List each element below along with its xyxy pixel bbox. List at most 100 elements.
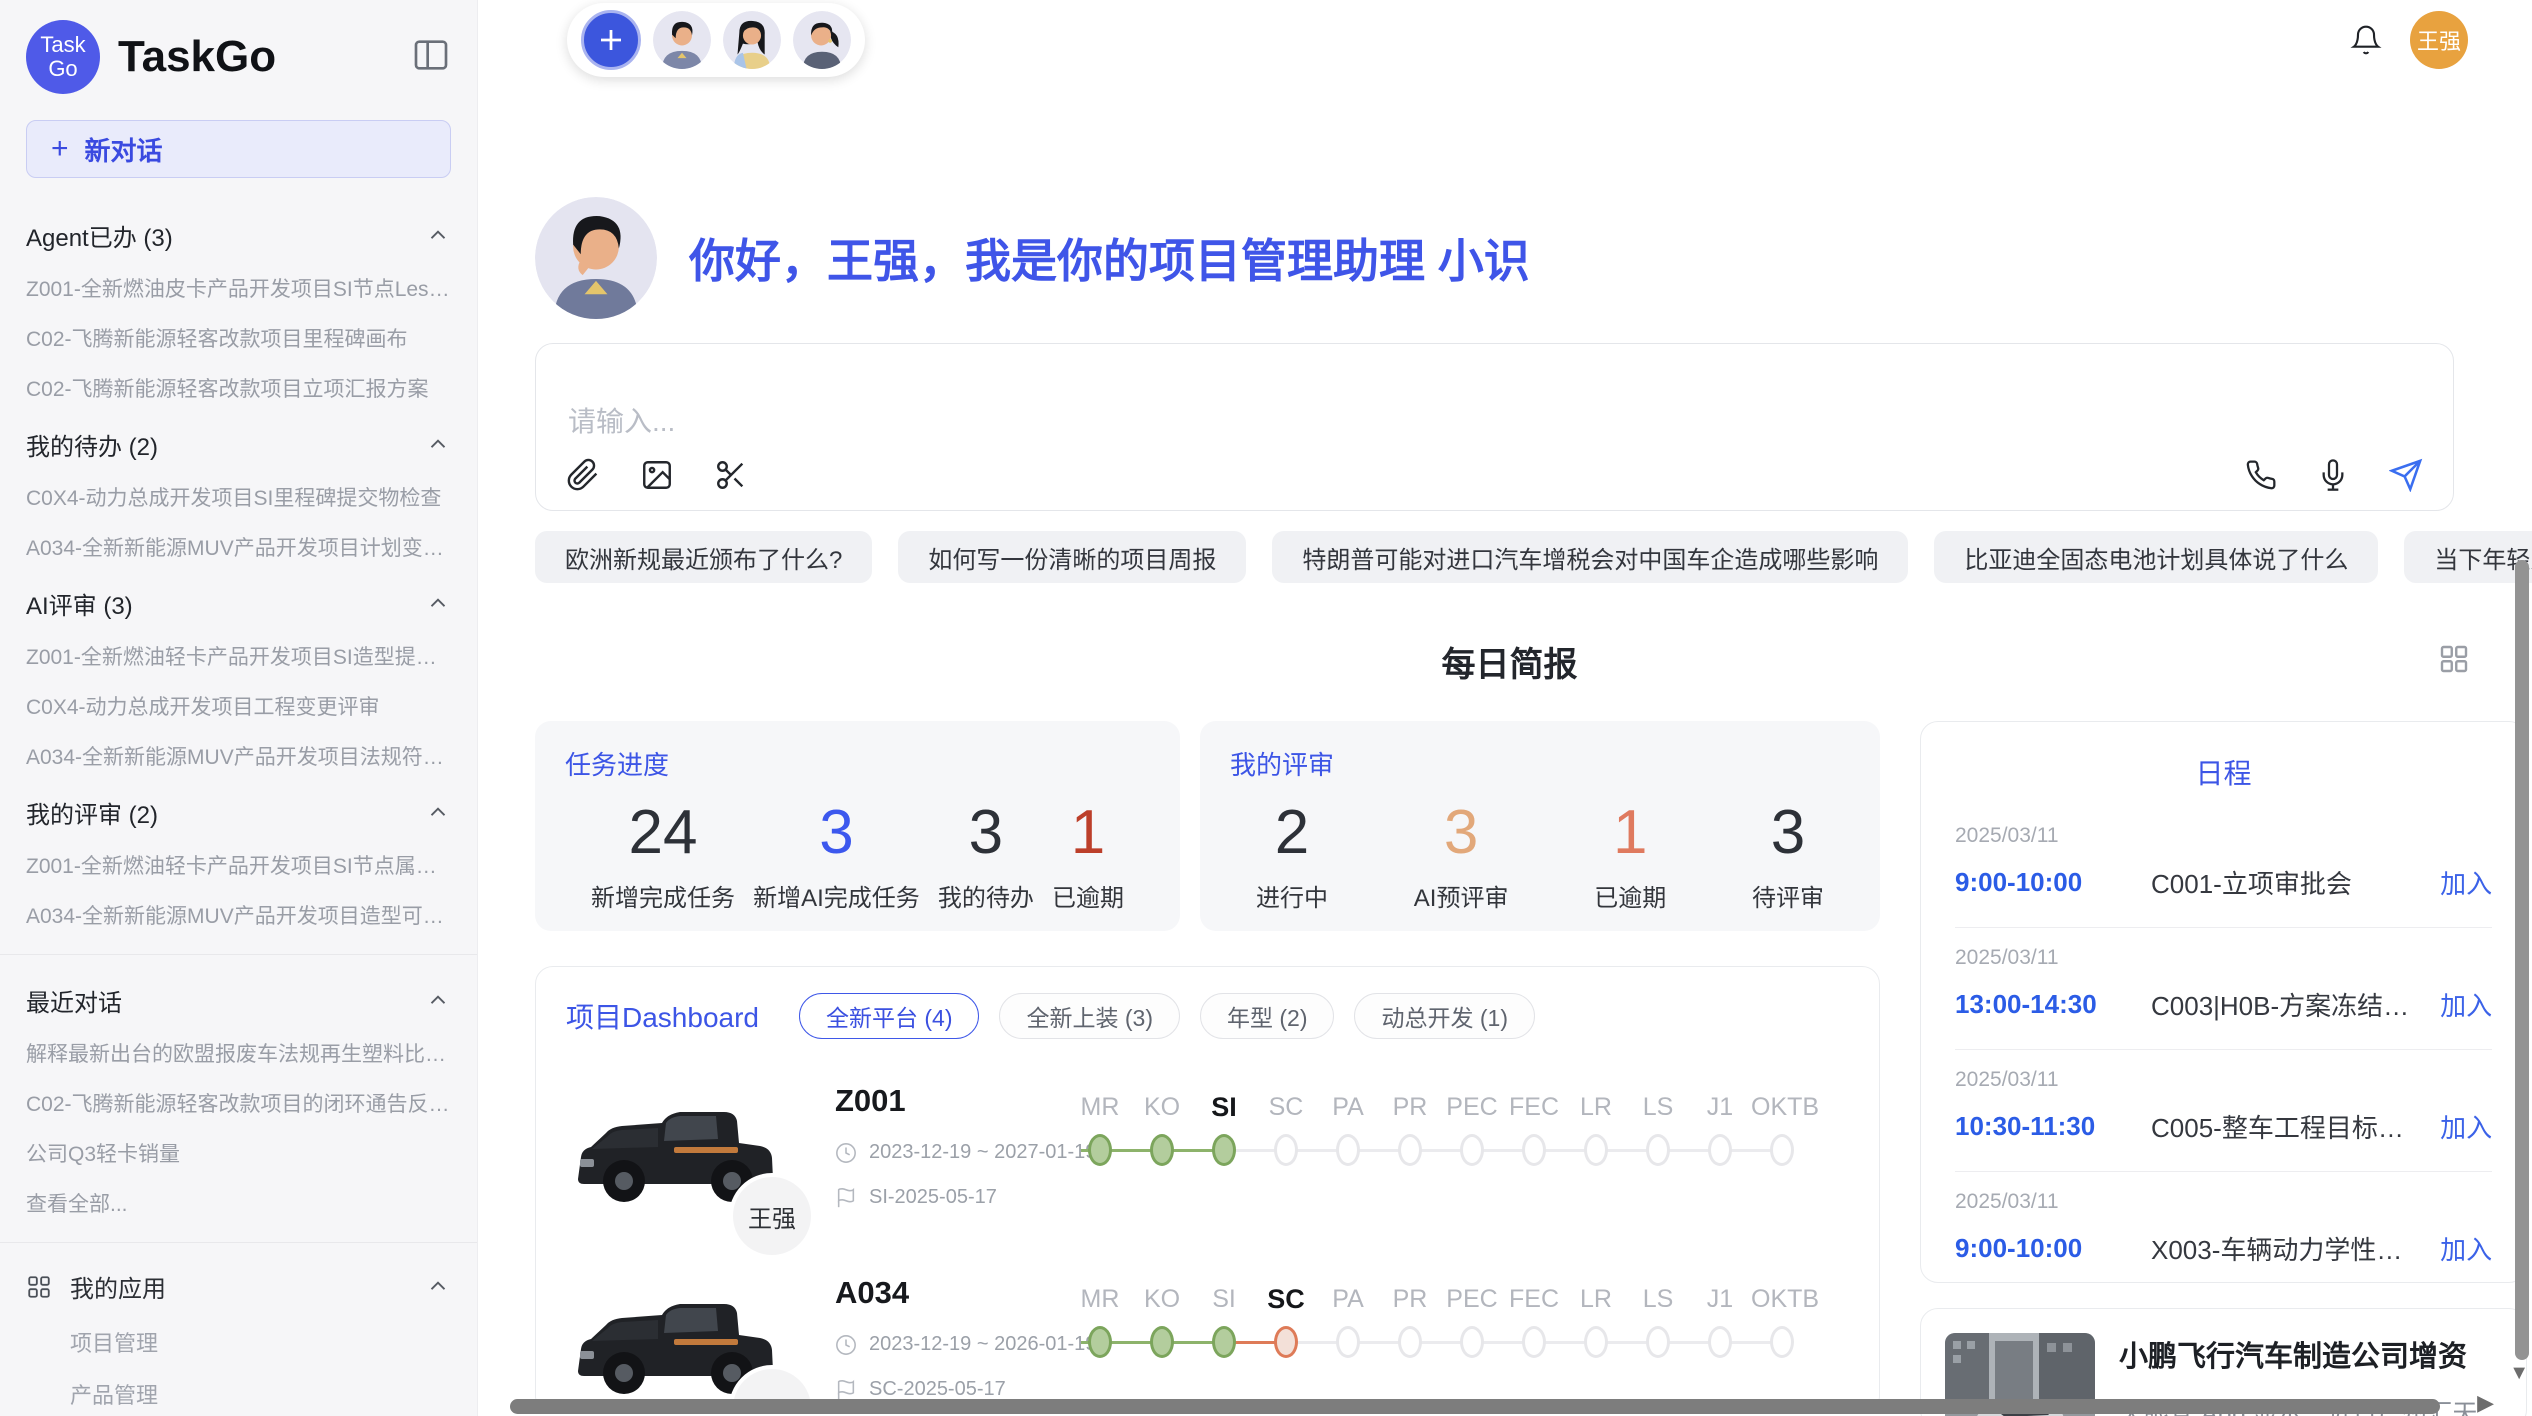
chevron-up-icon[interactable] xyxy=(425,432,451,458)
sidebar-task-item[interactable]: Z001-全新燃油轻卡产品开发项目SI造型提交物评审 xyxy=(0,631,477,681)
chevron-up-icon[interactable] xyxy=(425,1274,451,1300)
vertical-scrollbar[interactable] xyxy=(2515,560,2529,1360)
stat-card-title: 任务进度 xyxy=(565,745,1150,782)
milestone-label: LR xyxy=(1565,1087,1627,1127)
dashboard-tab[interactable]: 动总开发 (1) xyxy=(1354,993,1535,1039)
sidebar-task-item[interactable]: C0X4-动力总成开发项目SI里程碑提交物检查 xyxy=(0,472,477,522)
sidebar-app-item[interactable]: 产品管理 xyxy=(0,1368,477,1416)
sidebar-section-header[interactable]: 最近对话 xyxy=(0,969,477,1028)
clock-icon xyxy=(835,1334,857,1356)
sidebar-app-item[interactable]: 项目管理 xyxy=(0,1316,477,1368)
microphone-icon[interactable] xyxy=(2317,459,2349,491)
sidebar-section-header[interactable]: AI评审 (3) xyxy=(0,572,477,631)
chevron-up-icon[interactable] xyxy=(425,223,451,249)
milestone: J1 xyxy=(1689,1087,1751,1173)
project-row[interactable]: 王强A0342023-12-19 ~ 2026-01-19SC-2025-05-… xyxy=(566,1273,1849,1414)
milestone-dot xyxy=(1584,1326,1608,1358)
sidebar-task-item[interactable]: Z001-全新燃油轻卡产品开发项目SI节点属性5D文件评审 xyxy=(0,840,477,890)
stat-value: 3 xyxy=(969,790,1003,876)
attachment-icon[interactable] xyxy=(566,458,600,492)
layout-grid-icon[interactable] xyxy=(2436,641,2472,682)
sidebar-task-item[interactable]: C0X4-动力总成开发项目工程变更评审 xyxy=(0,681,477,731)
project-info: A0342023-12-19 ~ 2026-01-19SC-2025-05-17 xyxy=(801,1273,1069,1401)
join-meeting-link[interactable]: 加入 xyxy=(2424,864,2492,901)
scroll-right-arrow-icon[interactable]: ▶ xyxy=(2477,1390,2494,1416)
milestone-dot-row xyxy=(1193,1127,1255,1173)
horizontal-scrollbar[interactable] xyxy=(510,1399,2440,1414)
sidebar-task-item[interactable]: A034-全新新能源MUV产品开发项目造型可行性评审 xyxy=(0,890,477,940)
user-avatar[interactable]: 王强 xyxy=(2410,11,2468,69)
chat-input[interactable] xyxy=(566,364,2423,458)
sidebar-task-item[interactable]: C02-飞腾新能源轻客改款项目里程碑画布 xyxy=(0,313,477,363)
recent-conversation-item[interactable]: C02-飞腾新能源轻客改款项目的闭环通告反馈情况 xyxy=(0,1078,477,1128)
sidebar-item-my-apps[interactable]: 我的应用 xyxy=(0,1257,477,1316)
join-meeting-link[interactable]: 加入 xyxy=(2424,1108,2492,1145)
send-icon[interactable] xyxy=(2389,458,2423,492)
recent-conversation-item[interactable]: 公司Q3轻卡销量 xyxy=(0,1128,477,1178)
milestone: SI xyxy=(1193,1087,1255,1173)
scroll-down-arrow-icon[interactable]: ▼ xyxy=(2509,1362,2529,1385)
milestone-label: LR xyxy=(1565,1279,1627,1319)
join-meeting-link[interactable]: 加入 xyxy=(2424,1230,2492,1267)
chevron-up-icon[interactable] xyxy=(425,591,451,617)
schedule-card: 日程 2025/03/119:00-10:00C001-立项审批会加入2025/… xyxy=(1920,721,2527,1283)
sidebar-task-item[interactable]: A034-全新新能源MUV产品开发项目计划变更表编写 xyxy=(0,522,477,572)
milestone-track: MRKOSISCPAPRPECFECLRLSJ1OKTB xyxy=(1069,1273,1849,1365)
suggestion-chip[interactable]: 比亚迪全固态电池计划具体说了什么 xyxy=(1934,531,2378,583)
new-chat-button[interactable]: + 新对话 xyxy=(26,120,451,178)
project-row[interactable]: 王强Z0012023-12-19 ~ 2027-01-19SI-2025-05-… xyxy=(566,1081,1849,1231)
stat-value: 2 xyxy=(1275,790,1309,876)
milestone-label: PEC xyxy=(1441,1279,1503,1319)
suggestion-chip[interactable]: 欧洲新规最近颁布了什么? xyxy=(535,531,872,583)
stat: 3AI预评审 xyxy=(1414,790,1509,913)
sidebar-task-item[interactable]: Z001-全新燃油皮卡产品开发项目SI节点Lesson Learn报告 xyxy=(0,263,477,313)
stat-label: 进行中 xyxy=(1256,878,1328,913)
milestone: SI xyxy=(1193,1279,1255,1365)
milestone-dot xyxy=(1212,1326,1236,1358)
milestone-dot xyxy=(1646,1134,1670,1166)
dashboard-tab[interactable]: 全新平台 (4) xyxy=(799,993,980,1039)
chevron-up-icon[interactable] xyxy=(425,800,451,826)
sidebar: Task Go TaskGo + 新对话 Agent已办 (3)Z001-全新燃… xyxy=(0,0,478,1416)
milestone: FEC xyxy=(1503,1279,1565,1365)
milestone: PEC xyxy=(1441,1087,1503,1173)
dashboard-tab[interactable]: 全新上装 (3) xyxy=(999,993,1180,1039)
scissors-icon[interactable] xyxy=(714,458,748,492)
dashboard-tab[interactable]: 年型 (2) xyxy=(1200,993,1335,1039)
chevron-up-icon[interactable] xyxy=(425,988,451,1014)
add-agent-button[interactable] xyxy=(581,10,641,70)
recent-conversation-item[interactable]: 解释最新出台的欧盟报废车法规再生塑料比例被调至15%... xyxy=(0,1028,477,1078)
notifications-bell-icon[interactable] xyxy=(2350,24,2382,56)
app-logo: Task Go xyxy=(26,20,100,94)
briefing-title: 每日简报 xyxy=(535,637,2484,686)
agent-avatar-3[interactable] xyxy=(793,11,851,69)
view-all-conversations-link[interactable]: 查看全部... xyxy=(0,1178,477,1228)
briefing-header: 每日简报 xyxy=(535,637,2484,685)
suggestion-chip[interactable]: 如何写一份清晰的项目周报 xyxy=(898,531,1246,583)
sidebar-sections: Agent已办 (3)Z001-全新燃油皮卡产品开发项目SI节点Lesson L… xyxy=(0,204,477,1416)
sidebar-section-header[interactable]: Agent已办 (3) xyxy=(0,204,477,263)
join-meeting-link[interactable]: 加入 xyxy=(2424,986,2492,1023)
stat-label: 已逾期 xyxy=(1052,878,1124,913)
milestone-label: PA xyxy=(1317,1279,1379,1319)
milestone-dot-row xyxy=(1255,1127,1317,1173)
milestone-dot xyxy=(1522,1134,1546,1166)
milestone-label: SI xyxy=(1193,1087,1255,1127)
sidebar-task-item[interactable]: C02-飞腾新能源轻客改款项目立项汇报方案 xyxy=(0,363,477,413)
suggestion-chip[interactable]: 特朗普可能对进口汽车增税会对中国车企造成哪些影响 xyxy=(1272,531,1908,583)
stat: 1已逾期 xyxy=(1594,790,1666,913)
plus-icon: + xyxy=(51,132,69,166)
voice-call-icon[interactable] xyxy=(2245,459,2277,491)
sidebar-section-header[interactable]: 我的评审 (2) xyxy=(0,781,477,840)
stat-card: 任务进度24新增完成任务3新增AI完成任务3我的待办1已逾期 xyxy=(535,721,1180,931)
agent-avatar-1[interactable] xyxy=(653,11,711,69)
suggestion-chip[interactable]: 当下年轻人对汽车外观有怎样的喜好趋势 xyxy=(2404,531,2532,583)
stat-label: AI预评审 xyxy=(1414,878,1509,913)
collapse-sidebar-icon[interactable] xyxy=(411,35,451,80)
my-apps-label: 我的应用 xyxy=(70,1269,407,1304)
agent-avatar-2[interactable] xyxy=(723,11,781,69)
milestone: PEC xyxy=(1441,1279,1503,1365)
sidebar-task-item[interactable]: A034-全新新能源MUV产品开发项目法规符合性评审 xyxy=(0,731,477,781)
image-upload-icon[interactable] xyxy=(640,458,674,492)
sidebar-section-header[interactable]: 我的待办 (2) xyxy=(0,413,477,472)
